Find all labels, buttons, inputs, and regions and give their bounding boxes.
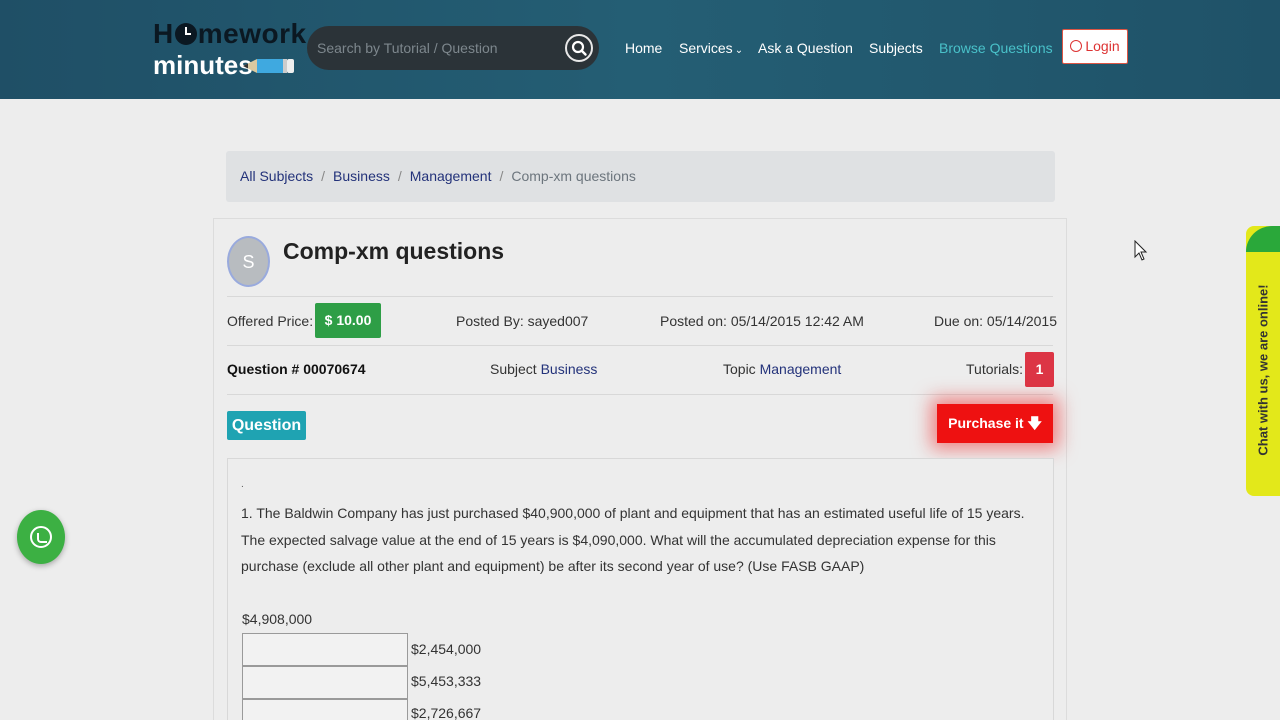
subject-label: Subject [490,361,537,377]
clock-icon [174,23,197,45]
answer-option-value: $2,454,000 [411,641,482,657]
divider [227,296,1053,297]
divider [227,345,1053,346]
nav-services-label: Services [679,40,733,56]
site-header: Hmework minutes Home Services⌄ Ask a Que… [0,0,1280,99]
answer-option-value: $2,726,667 [411,705,482,720]
price-badge: $ 10.00 [315,303,381,338]
chat-widget-tab[interactable]: Chat with us, we are online! [1246,226,1280,496]
purchase-label: Purchase it [948,415,1024,431]
search-input[interactable] [317,36,557,60]
breadcrumb-all-subjects[interactable]: All Subjects [240,168,313,184]
due-on: Due on: 05/14/2015 [934,313,1057,329]
breadcrumb-separator: / [397,168,402,184]
offered-price-label: Offered Price: [227,313,314,329]
tutorials-label: Tutorials: [966,361,1024,377]
site-logo[interactable]: Hmework minutes [153,18,306,80]
answer-option-text: $4,908,000 [242,611,313,627]
question-number: Question # 00070674 [227,361,366,377]
answer-option-cell [242,666,408,699]
question-tab: Question [227,411,306,440]
question-body-text: 1. The Baldwin Company has just purchase… [241,505,1025,574]
mouse-cursor-icon [1134,240,1148,261]
subject-link[interactable]: Business [541,361,598,377]
purchase-button[interactable]: Purchase it 🡇 [937,404,1053,443]
nav-services[interactable]: Services ⌄ [679,40,743,56]
arrow-down-icon: 🡇 [1027,415,1042,431]
question-body-dot: . [241,479,244,490]
nav-subjects[interactable]: Subjects [869,40,923,56]
leaf-icon [1246,226,1280,252]
logo-mework: mework [197,18,307,49]
topic-link[interactable]: Management [760,361,842,377]
nav-home[interactable]: Home [625,40,662,56]
whatsapp-button[interactable] [17,510,65,564]
breadcrumb-management[interactable]: Management [410,168,492,184]
nav-ask-question[interactable]: Ask a Question [758,40,853,56]
answer-option-cell [242,633,408,666]
search-bar [307,26,599,70]
answer-option-cell [242,699,408,720]
user-icon [1070,40,1083,52]
nav-browse-questions[interactable]: Browse Questions [939,40,1053,56]
breadcrumb-separator: / [321,168,326,184]
page-title: Comp-xm questions [283,238,505,264]
search-icon [571,40,587,56]
logo-h: H [153,18,174,49]
chat-widget-label: Chat with us, we are online! [1255,284,1271,456]
whatsapp-icon [30,526,52,548]
posted-on: Posted on: 05/14/2015 12:42 AM [660,313,864,329]
subject-field: Subject Business [490,361,597,377]
login-label: Login [1085,38,1120,54]
topic-label: Topic [723,361,756,377]
pencil-icon [243,59,294,73]
breadcrumb-separator: / [499,168,504,184]
search-button[interactable] [565,34,593,62]
chevron-down-icon: ⌄ [734,45,744,56]
divider [227,394,1053,395]
avatar: S [227,236,270,287]
topic-field: Topic Management [723,361,841,377]
breadcrumb-business[interactable]: Business [333,168,390,184]
answer-option-value: $5,453,333 [411,673,482,689]
tutorials-count-badge: 1 [1025,352,1054,387]
logo-minutes: minutes [153,50,253,80]
breadcrumb-current: Comp-xm questions [511,168,636,184]
avatar-letter: S [227,236,270,287]
breadcrumb: All Subjects / Business / Management / Comp-xm… [226,151,1055,202]
login-button[interactable]: Login [1062,29,1128,64]
posted-by: Posted By: sayed007 [456,313,589,329]
